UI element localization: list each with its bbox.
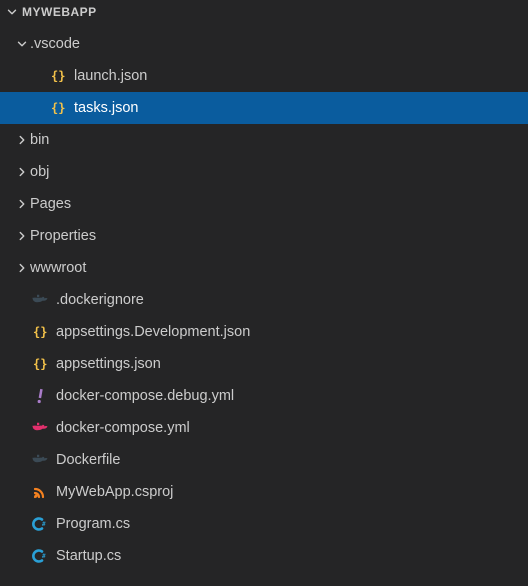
twisty-spacer bbox=[14, 388, 30, 404]
file-row[interactable]: {} launch.json bbox=[0, 60, 528, 92]
file-label: launch.json bbox=[74, 68, 147, 84]
twisty-spacer bbox=[32, 68, 48, 84]
file-tree: .vscode {} launch.json {} tasks.json bin obj Pa… bbox=[0, 24, 528, 572]
twisty-spacer bbox=[14, 420, 30, 436]
folder-label: obj bbox=[30, 164, 49, 180]
docker-whale-icon bbox=[30, 450, 50, 470]
file-row[interactable]: Dockerfile bbox=[0, 444, 528, 476]
chevron-right-icon bbox=[14, 132, 30, 148]
file-row[interactable]: # Startup.cs bbox=[0, 540, 528, 572]
xml-feed-icon bbox=[30, 482, 50, 502]
chevron-right-icon bbox=[14, 260, 30, 276]
twisty-spacer bbox=[14, 484, 30, 500]
file-row[interactable]: {} appsettings.json bbox=[0, 348, 528, 380]
folder-label: Pages bbox=[30, 196, 71, 212]
file-row[interactable]: docker-compose.yml bbox=[0, 412, 528, 444]
svg-text:{}: {} bbox=[33, 325, 47, 339]
file-label: appsettings.Development.json bbox=[56, 324, 250, 340]
json-braces-icon: {} bbox=[30, 354, 50, 374]
svg-text:#: # bbox=[42, 521, 46, 528]
file-row[interactable]: MyWebApp.csproj bbox=[0, 476, 528, 508]
json-braces-icon: {} bbox=[48, 98, 68, 118]
project-title: MYWEBAPP bbox=[22, 5, 97, 19]
twisty-spacer bbox=[14, 548, 30, 564]
explorer-section-header[interactable]: MYWEBAPP bbox=[0, 0, 528, 24]
docker-whale-icon bbox=[30, 290, 50, 310]
twisty-spacer bbox=[14, 356, 30, 372]
file-row[interactable]: # Program.cs bbox=[0, 508, 528, 540]
svg-text:{}: {} bbox=[51, 69, 65, 83]
twisty-spacer bbox=[14, 452, 30, 468]
docker-whale-icon bbox=[30, 418, 50, 438]
json-braces-icon: {} bbox=[30, 322, 50, 342]
folder-row[interactable]: .vscode bbox=[0, 28, 528, 60]
csharp-icon: # bbox=[30, 514, 50, 534]
folder-row[interactable]: Pages bbox=[0, 188, 528, 220]
twisty-spacer bbox=[14, 324, 30, 340]
file-row[interactable]: .dockerignore bbox=[0, 284, 528, 316]
file-label: .dockerignore bbox=[56, 292, 144, 308]
file-label: tasks.json bbox=[74, 100, 138, 116]
file-row[interactable]: docker-compose.debug.yml bbox=[0, 380, 528, 412]
file-label: appsettings.json bbox=[56, 356, 161, 372]
folder-row[interactable]: Properties bbox=[0, 220, 528, 252]
chevron-right-icon bbox=[14, 228, 30, 244]
file-row[interactable]: {} appsettings.Development.json bbox=[0, 316, 528, 348]
folder-label: Properties bbox=[30, 228, 96, 244]
twisty-spacer bbox=[14, 292, 30, 308]
folder-row[interactable]: bin bbox=[0, 124, 528, 156]
json-braces-icon: {} bbox=[48, 66, 68, 86]
folder-label: bin bbox=[30, 132, 49, 148]
file-label: docker-compose.yml bbox=[56, 420, 190, 436]
file-label: Program.cs bbox=[56, 516, 130, 532]
file-row[interactable]: {} tasks.json bbox=[0, 92, 528, 124]
file-label: docker-compose.debug.yml bbox=[56, 388, 234, 404]
folder-row[interactable]: wwwroot bbox=[0, 252, 528, 284]
svg-text:{}: {} bbox=[51, 101, 65, 115]
twisty-spacer bbox=[14, 516, 30, 532]
chevron-down-icon bbox=[4, 4, 20, 20]
svg-text:{}: {} bbox=[33, 357, 47, 371]
twisty-spacer bbox=[32, 100, 48, 116]
chevron-right-icon bbox=[14, 164, 30, 180]
svg-text:#: # bbox=[42, 553, 46, 560]
file-label: MyWebApp.csproj bbox=[56, 484, 173, 500]
chevron-right-icon bbox=[14, 196, 30, 212]
chevron-down-icon bbox=[14, 36, 30, 52]
folder-row[interactable]: obj bbox=[0, 156, 528, 188]
csharp-icon: # bbox=[30, 546, 50, 566]
folder-label: .vscode bbox=[30, 36, 80, 52]
folder-label: wwwroot bbox=[30, 260, 86, 276]
file-label: Startup.cs bbox=[56, 548, 121, 564]
exclamation-icon bbox=[30, 386, 50, 406]
file-label: Dockerfile bbox=[56, 452, 120, 468]
